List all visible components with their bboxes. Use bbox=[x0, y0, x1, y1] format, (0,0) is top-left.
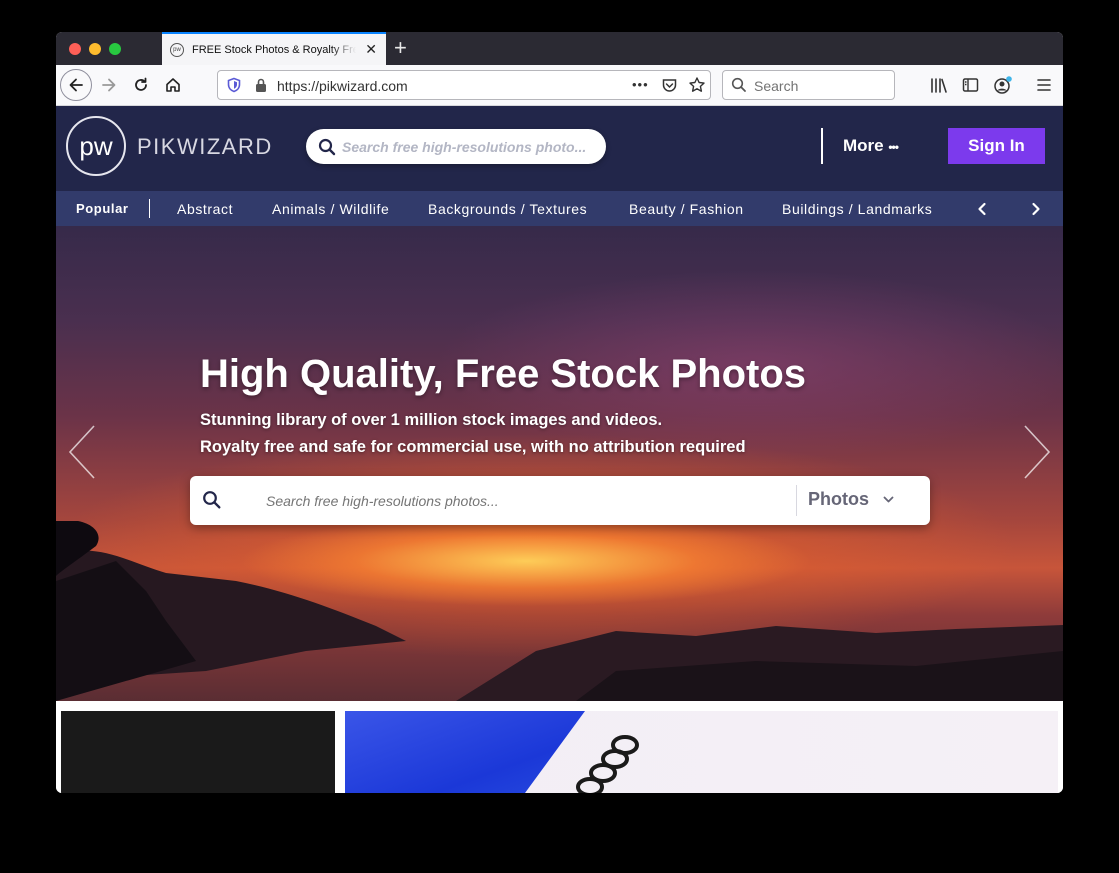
category-bar: Popular Abstract Animals / Wildlife Back… bbox=[56, 191, 1063, 226]
tab-bar: pw FREE Stock Photos & Royalty Free ✕ + bbox=[56, 32, 1063, 65]
library-icon[interactable] bbox=[930, 77, 948, 94]
reload-icon bbox=[135, 77, 147, 91]
photo-grid bbox=[56, 701, 1063, 793]
tab-pikwizard[interactable]: pw FREE Stock Photos & Royalty Free ✕ bbox=[162, 32, 386, 65]
category-abstract[interactable]: Abstract bbox=[177, 201, 233, 217]
minimize-window-button[interactable] bbox=[89, 43, 101, 55]
search-icon bbox=[318, 138, 336, 155]
hero-search-input[interactable] bbox=[266, 488, 786, 514]
more-dots-icon: ••• bbox=[888, 140, 899, 154]
category-divider bbox=[149, 199, 150, 218]
search-icon bbox=[731, 77, 746, 92]
pocket-icon[interactable] bbox=[661, 77, 678, 94]
logo-mark[interactable]: pw bbox=[66, 116, 126, 176]
hero-banner: High Quality, Free Stock Photos Stunning… bbox=[56, 226, 1063, 701]
tracking-shield-icon[interactable] bbox=[226, 77, 242, 93]
tab-title: FREE Stock Photos & Royalty Free bbox=[192, 43, 356, 56]
photo-tile[interactable] bbox=[61, 711, 335, 793]
search-divider bbox=[796, 485, 797, 516]
hero-search-bar: Photos bbox=[190, 476, 930, 525]
category-next-icon[interactable] bbox=[1029, 201, 1043, 217]
reload-button[interactable] bbox=[126, 70, 156, 100]
category-animals-wildlife[interactable]: Animals / Wildlife bbox=[272, 201, 389, 217]
chevron-down-icon[interactable] bbox=[882, 493, 895, 506]
browser-search-field[interactable]: Search bbox=[722, 70, 895, 100]
header-search-placeholder: Search free high-resolutions photo... bbox=[342, 138, 587, 155]
hero-prev-arrow-icon[interactable] bbox=[68, 424, 96, 480]
home-icon bbox=[166, 78, 180, 92]
browser-search-placeholder: Search bbox=[754, 78, 799, 94]
category-buildings-landmarks[interactable]: Buildings / Landmarks bbox=[782, 201, 932, 217]
page-actions-icon[interactable]: ••• bbox=[632, 77, 649, 92]
account-icon[interactable] bbox=[993, 75, 1013, 95]
navigation-bar: https://pikwizard.com ••• Search bbox=[56, 65, 1063, 106]
bookmark-star-icon[interactable] bbox=[688, 76, 706, 94]
forward-button[interactable] bbox=[94, 70, 124, 100]
category-prev-icon[interactable] bbox=[975, 201, 989, 217]
arrow-right-icon bbox=[102, 78, 116, 92]
logo-text[interactable]: PIKWIZARD bbox=[137, 134, 273, 160]
header-search-input[interactable]: Search free high-resolutions photo... bbox=[306, 129, 606, 164]
menu-icon[interactable] bbox=[1036, 78, 1052, 92]
lock-icon[interactable] bbox=[254, 77, 268, 93]
hero-subtitle-2: Royalty free and safe for commercial use… bbox=[200, 438, 746, 456]
header-divider bbox=[821, 128, 823, 164]
home-button[interactable] bbox=[158, 70, 188, 100]
notebook-spiral-image bbox=[576, 735, 639, 793]
back-button[interactable] bbox=[60, 69, 92, 101]
zoom-window-button[interactable] bbox=[109, 43, 121, 55]
close-window-button[interactable] bbox=[69, 43, 81, 55]
photo-tile[interactable] bbox=[345, 711, 1058, 793]
site-header: pw PIKWIZARD Search free high-resolution… bbox=[56, 106, 1063, 191]
search-type-select[interactable]: Photos bbox=[808, 489, 869, 510]
search-icon[interactable] bbox=[202, 490, 222, 510]
new-tab-button[interactable]: + bbox=[394, 36, 407, 60]
arrow-left-icon bbox=[69, 78, 83, 92]
tab-close-icon[interactable]: ✕ bbox=[365, 42, 377, 56]
category-popular[interactable]: Popular bbox=[76, 201, 129, 216]
sidebar-icon[interactable] bbox=[962, 77, 979, 93]
url-bar[interactable]: https://pikwizard.com ••• bbox=[217, 70, 711, 100]
more-menu-button[interactable]: More ••• bbox=[843, 136, 899, 156]
favicon-icon: pw bbox=[170, 42, 184, 57]
category-backgrounds-textures[interactable]: Backgrounds / Textures bbox=[428, 201, 587, 217]
browser-window: pw FREE Stock Photos & Royalty Free ✕ + … bbox=[56, 32, 1063, 793]
more-label: More bbox=[843, 136, 884, 155]
category-beauty-fashion[interactable]: Beauty / Fashion bbox=[629, 201, 744, 217]
hero-background-image bbox=[56, 521, 1063, 701]
hero-subtitle-1: Stunning library of over 1 million stock… bbox=[200, 411, 663, 429]
url-text[interactable]: https://pikwizard.com bbox=[277, 78, 408, 94]
hero-next-arrow-icon[interactable] bbox=[1023, 424, 1051, 480]
hero-title: High Quality, Free Stock Photos bbox=[200, 352, 807, 396]
sign-in-button[interactable]: Sign In bbox=[948, 128, 1045, 164]
